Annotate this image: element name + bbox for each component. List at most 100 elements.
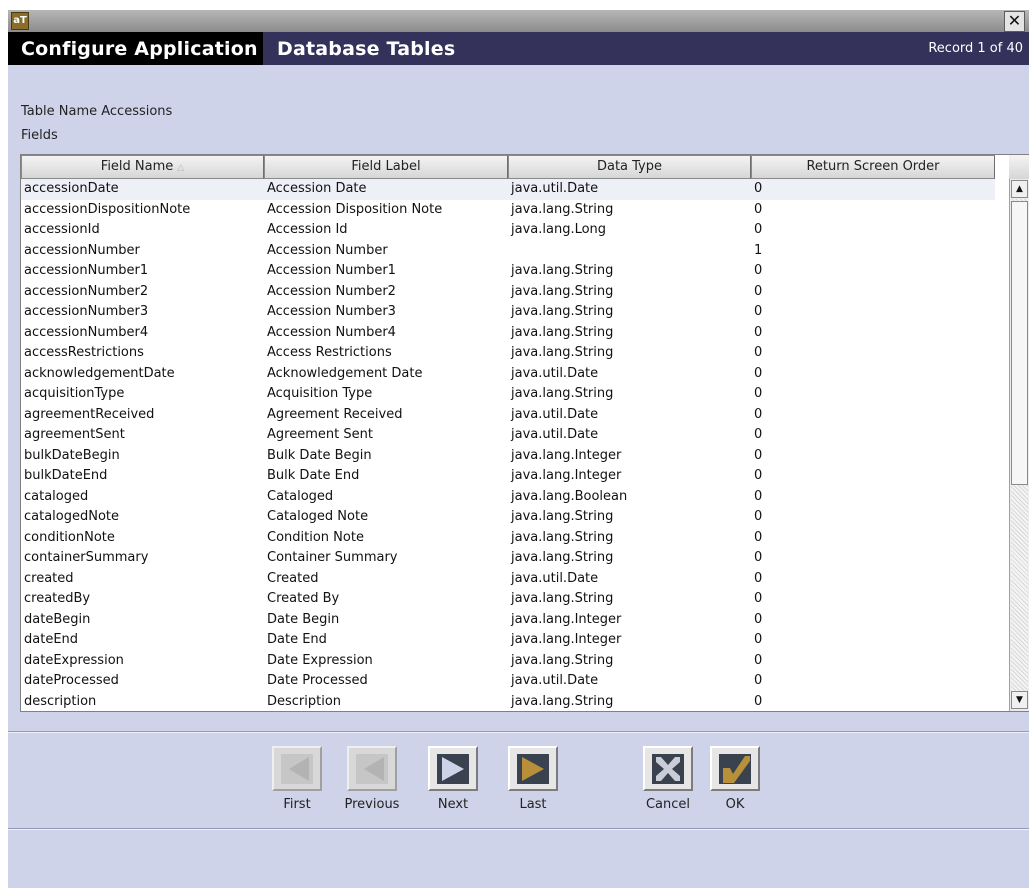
return-order-cell[interactable]: 0 — [751, 261, 995, 282]
cancel-button[interactable]: Cancel — [632, 746, 704, 812]
field-name-cell[interactable]: dateBegin — [21, 610, 264, 631]
field-label-cell[interactable]: Bulk Date Begin — [264, 446, 508, 467]
field-label-cell[interactable]: Date Begin — [264, 610, 508, 631]
data-type-cell[interactable]: java.lang.Boolean — [508, 487, 751, 508]
field-name-cell[interactable]: acquisitionType — [21, 384, 264, 405]
window-titlebar[interactable]: aT ✕ — [8, 10, 1029, 33]
field-name-cell[interactable]: bulkDateBegin — [21, 446, 264, 467]
first-button[interactable]: First — [261, 746, 333, 812]
field-label-cell[interactable]: Cataloged Note — [264, 507, 508, 528]
table-row[interactable]: accessionNumber1 Accession Number1 java.la… — [21, 261, 995, 282]
field-name-cell[interactable]: agreementSent — [21, 425, 264, 446]
table-row[interactable]: acknowledgementDate Acknowledgement Date j… — [21, 364, 995, 385]
field-name-cell[interactable]: catalogedNote — [21, 507, 264, 528]
field-label-cell[interactable]: Created — [264, 569, 508, 590]
field-name-cell[interactable]: bulkDateEnd — [21, 466, 264, 487]
table-row[interactable]: bulkDateEnd Bulk Date End java.lang.Intege… — [21, 466, 995, 487]
data-type-cell[interactable]: java.lang.String — [508, 282, 751, 303]
field-label-cell[interactable]: Date Expression — [264, 651, 508, 672]
return-order-cell[interactable]: 0 — [751, 630, 995, 651]
return-order-cell[interactable]: 0 — [751, 507, 995, 528]
close-button[interactable]: ✕ — [1004, 11, 1025, 32]
field-label-cell[interactable]: Accession Date — [264, 179, 508, 200]
return-order-cell[interactable]: 0 — [751, 364, 995, 385]
field-name-cell[interactable]: dateEnd — [21, 630, 264, 651]
return-order-cell[interactable]: 0 — [751, 446, 995, 467]
data-type-cell[interactable]: java.lang.String — [508, 528, 751, 549]
return-order-cell[interactable]: 0 — [751, 671, 995, 692]
return-order-cell[interactable]: 0 — [751, 200, 995, 221]
data-type-cell[interactable]: java.lang.String — [508, 692, 751, 713]
table-row[interactable]: containerSummary Container Summary java.la… — [21, 548, 995, 569]
table-row[interactable]: catalogedNote Cataloged Note java.lang.Str… — [21, 507, 995, 528]
field-label-cell[interactable]: Container Summary — [264, 548, 508, 569]
field-name-cell[interactable]: accessionId — [21, 220, 264, 241]
table-row[interactable]: accessionDate Accession Date java.util.Dat… — [21, 179, 995, 200]
column-header-field-label[interactable]: Field Label — [264, 155, 508, 179]
return-order-cell[interactable]: 0 — [751, 384, 995, 405]
data-type-cell[interactable]: java.lang.String — [508, 261, 751, 282]
field-label-cell[interactable]: Agreement Received — [264, 405, 508, 426]
column-header-data-type[interactable]: Data Type — [508, 155, 751, 179]
field-name-cell[interactable]: created — [21, 569, 264, 590]
table-row[interactable]: conditionNote Condition Note java.lang.Str… — [21, 528, 995, 549]
data-type-cell[interactable]: java.util.Date — [508, 425, 751, 446]
field-name-cell[interactable]: dateProcessed — [21, 671, 264, 692]
data-type-cell[interactable]: java.lang.Integer — [508, 466, 751, 487]
data-type-cell[interactable]: java.lang.String — [508, 200, 751, 221]
return-order-cell[interactable]: 0 — [751, 528, 995, 549]
field-label-cell[interactable]: Description — [264, 692, 508, 713]
return-order-cell[interactable]: 0 — [751, 220, 995, 241]
field-name-cell[interactable]: accessionNumber1 — [21, 261, 264, 282]
field-label-cell[interactable]: Accession Disposition Note — [264, 200, 508, 221]
column-header-field-name[interactable]: Field Name △ — [21, 155, 264, 179]
return-order-cell[interactable]: 0 — [751, 651, 995, 672]
field-label-cell[interactable]: Condition Note — [264, 528, 508, 549]
field-label-cell[interactable]: Created By — [264, 589, 508, 610]
field-name-cell[interactable]: accessionNumber3 — [21, 302, 264, 323]
table-row[interactable]: accessionNumber Accession Number 1 — [21, 241, 995, 262]
field-label-cell[interactable]: Agreement Sent — [264, 425, 508, 446]
table-row[interactable]: acquisitionType Acquisition Type java.lang… — [21, 384, 995, 405]
return-order-cell[interactable]: 1 — [751, 241, 995, 262]
field-name-cell[interactable]: createdBy — [21, 589, 264, 610]
table-row[interactable]: accessionNumber2 Accession Number2 java.la… — [21, 282, 995, 303]
data-type-cell[interactable]: java.util.Date — [508, 179, 751, 200]
data-type-cell[interactable]: java.util.Date — [508, 364, 751, 385]
field-label-cell[interactable]: Bulk Date End — [264, 466, 508, 487]
field-label-cell[interactable]: Accession Number1 — [264, 261, 508, 282]
field-name-cell[interactable]: accessionNumber2 — [21, 282, 264, 303]
data-type-cell[interactable]: java.lang.Integer — [508, 446, 751, 467]
field-name-cell[interactable]: accessionDispositionNote — [21, 200, 264, 221]
data-type-cell[interactable]: java.lang.String — [508, 343, 751, 364]
field-label-cell[interactable]: Accession Number4 — [264, 323, 508, 344]
data-type-cell[interactable]: java.lang.String — [508, 384, 751, 405]
return-order-cell[interactable]: 0 — [751, 405, 995, 426]
data-type-cell[interactable]: java.lang.Integer — [508, 610, 751, 631]
table-row[interactable]: accessionNumber4 Accession Number4 java.la… — [21, 323, 995, 344]
table-row[interactable]: createdBy Created By java.lang.String 0 — [21, 589, 995, 610]
field-name-cell[interactable]: accessionDate — [21, 179, 264, 200]
table-row[interactable]: accessionNumber3 Accession Number3 java.la… — [21, 302, 995, 323]
column-header-return-screen-order[interactable]: Return Screen Order — [751, 155, 995, 179]
return-order-cell[interactable]: 0 — [751, 179, 995, 200]
return-order-cell[interactable]: 0 — [751, 466, 995, 487]
data-type-cell[interactable]: java.util.Date — [508, 405, 751, 426]
table-row[interactable]: dateEnd Date End java.lang.Integer 0 — [21, 630, 995, 651]
field-label-cell[interactable]: Acquisition Type — [264, 384, 508, 405]
scroll-down-button[interactable]: ▼ — [1011, 691, 1028, 709]
table-row[interactable]: agreementReceived Agreement Received java.… — [21, 405, 995, 426]
table-row[interactable]: dateProcessed Date Processed java.util.Dat… — [21, 671, 995, 692]
table-row[interactable]: dateExpression Date Expression java.lang.S… — [21, 651, 995, 672]
field-name-cell[interactable]: dateExpression — [21, 651, 264, 672]
return-order-cell[interactable]: 0 — [751, 343, 995, 364]
field-label-cell[interactable]: Accession Number3 — [264, 302, 508, 323]
field-name-cell[interactable]: description — [21, 692, 264, 713]
table-row[interactable]: dateBegin Date Begin java.lang.Integer 0 — [21, 610, 995, 631]
field-name-cell[interactable]: accessRestrictions — [21, 343, 264, 364]
table-row[interactable]: bulkDateBegin Bulk Date Begin java.lang.In… — [21, 446, 995, 467]
field-label-cell[interactable]: Acknowledgement Date — [264, 364, 508, 385]
table-row[interactable]: created Created java.util.Date 0 — [21, 569, 995, 590]
return-order-cell[interactable]: 0 — [751, 323, 995, 344]
data-type-cell[interactable]: java.lang.String — [508, 589, 751, 610]
